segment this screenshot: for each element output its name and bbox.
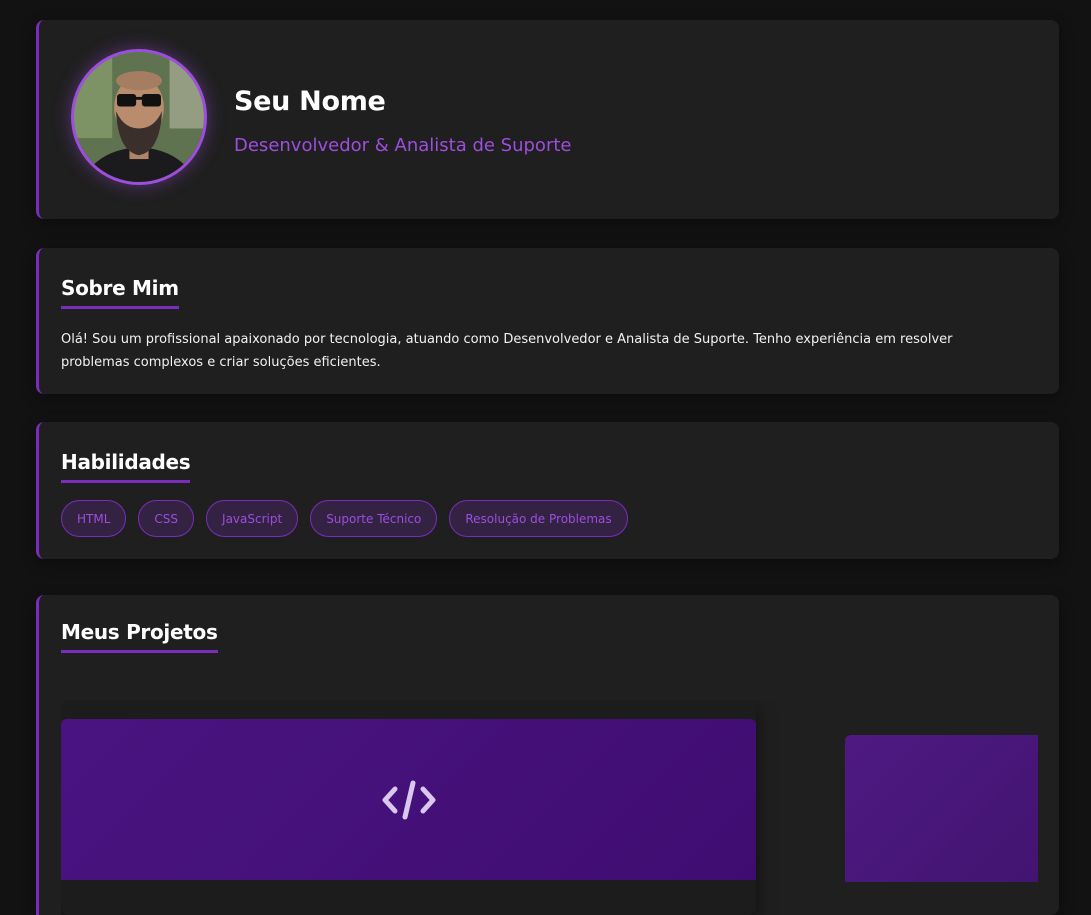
skill-tag-javascript: JavaScript [206, 500, 299, 537]
avatar [71, 49, 207, 185]
profile-name: Seu Nome [234, 86, 386, 117]
projects-section: Meus Projetos [36, 595, 1059, 915]
skills-section: Habilidades HTML CSS JavaScript Suporte … [36, 422, 1059, 559]
skill-tag-css: CSS [138, 500, 195, 537]
about-title: Sobre Mim [61, 276, 179, 309]
profile-header: Seu Nome Desenvolvedor & Analista de Sup… [36, 20, 1059, 219]
skills-tag-list: HTML CSS JavaScript Suporte Técnico Reso… [61, 500, 628, 537]
project-card[interactable] [61, 700, 756, 915]
skill-tag-html: HTML [61, 500, 127, 537]
code-icon [382, 780, 435, 819]
skills-title: Habilidades [61, 450, 191, 483]
skill-tag-suporte-tecnico: Suporte Técnico [310, 500, 438, 537]
avatar-photo [74, 52, 204, 182]
project-card-next[interactable] [845, 735, 1038, 882]
about-section: Sobre Mim Olá! Sou um profissional apaix… [36, 248, 1059, 394]
project-thumbnail [61, 719, 756, 880]
profile-role: Desenvolvedor & Analista de Suporte [234, 135, 572, 156]
about-text: Olá! Sou um profissional apaixonado por … [61, 332, 953, 370]
projects-title: Meus Projetos [61, 620, 218, 653]
projects-carousel[interactable] [61, 700, 1038, 915]
skill-tag-resolucao-de-problemas: Resolução de Problemas [449, 500, 628, 537]
